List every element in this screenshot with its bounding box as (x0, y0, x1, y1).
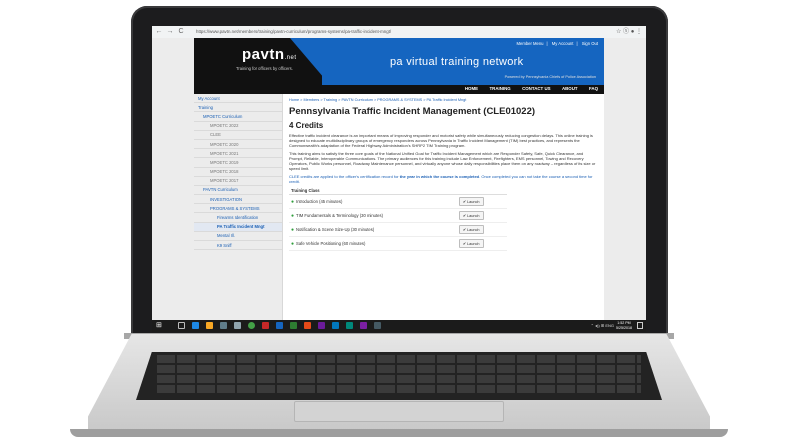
onenote-icon[interactable] (318, 322, 325, 329)
sidebar-item-firearms[interactable]: Firearms Identification (194, 213, 282, 223)
app-icon-red[interactable] (262, 322, 269, 329)
table-row: ● Notification & Scene Size-Up (30 minute… (289, 222, 507, 237)
sidebar-item-training[interactable]: Training (194, 103, 282, 113)
sidebar-item-programs-systems[interactable]: PROGRAMS & SYSTEMS (194, 204, 282, 214)
credits-note-start: CLEE credits are applied to the officer'… (289, 174, 400, 179)
system-tray[interactable]: ⌃ ◂)) ⊞ ENG (591, 323, 614, 328)
credits-note: CLEE credits are applied to the officer'… (289, 174, 598, 184)
sidebar-item-pa-traffic[interactable]: PA Traffic Incident Mngt (194, 222, 282, 232)
logo-main: pavtn (242, 46, 285, 63)
nav-contact-us[interactable]: CONTACT US (522, 86, 550, 91)
nav-training[interactable]: TRAINING (489, 86, 510, 91)
member-menu-link[interactable]: Member Menu (517, 41, 544, 46)
class-name: Safe Vehicle Positioning (60 minutes) (296, 240, 366, 246)
back-button[interactable]: ← (155, 28, 163, 36)
nav-about[interactable]: ABOUT (562, 86, 578, 91)
windows-taskbar: ⊞ ⌃ ◂)) ⊞ ENG 1:52 PM 5/25/2018 (152, 320, 646, 332)
sidebar-item-clee[interactable]: CLEE (194, 131, 282, 140)
account-links: Member Menu | My Account | Sign Out (516, 41, 598, 46)
sidebar: My Account Training MPOETC Curriculum MP… (194, 94, 283, 321)
sidebar-item-investigation[interactable]: INVESTIGATION (194, 195, 282, 205)
credits-heading: 4 Credits (289, 121, 324, 130)
status-dot-icon: ● (291, 198, 295, 205)
status-dot-icon: ● (291, 240, 295, 247)
launch-button[interactable]: ✔ Launch (458, 239, 484, 248)
app-icon-gray[interactable] (374, 322, 381, 329)
key-row (157, 385, 641, 393)
website: pavtn.net Training for officers by offic… (152, 38, 646, 321)
description-paragraph-1: Effective traffic incident clearance is … (289, 133, 593, 148)
outlook-icon[interactable] (332, 322, 339, 329)
breadcrumb[interactable]: Home > Members > Training > PAVTN Curric… (289, 98, 598, 102)
laptop-screen: ← → C https://www.pavtn.net/members/trai… (152, 26, 646, 332)
table-header-training-class: Training Class (289, 187, 457, 195)
powerpoint-icon[interactable] (304, 322, 311, 329)
chrome-icon[interactable] (248, 322, 255, 329)
file-explorer-icon[interactable] (206, 322, 213, 329)
edge-browser-icon[interactable] (192, 322, 199, 329)
key-row (157, 355, 641, 363)
page-title: Pennsylvania Traffic Incident Management… (289, 106, 536, 117)
clock-time: 1:52 PM (617, 321, 631, 325)
status-dot-icon: ● (291, 226, 295, 233)
excel-icon[interactable] (290, 322, 297, 329)
sidebar-item-pavtn[interactable]: PAVTN Curriculum (194, 186, 282, 196)
sidebar-item-k9[interactable]: K9 Sniff (194, 241, 282, 251)
forward-button[interactable]: → (166, 28, 174, 36)
sign-out-link[interactable]: Sign Out (582, 41, 598, 46)
class-name: TIM Fundamentals & Terminology (30 minut… (296, 212, 383, 218)
notification-center-icon[interactable] (637, 322, 643, 329)
credits-note-emphasis: the year in which the course is complete… (399, 174, 480, 179)
logo-net: .net (284, 55, 297, 61)
class-name: Notification & Scene Size-Up (30 minutes… (296, 226, 375, 232)
trackpad (294, 401, 504, 422)
training-class-table: Training Class ● Introduction (45 minutes… (289, 187, 507, 251)
table-row: ● Introduction (45 minutes) ✔ Launch (289, 194, 507, 209)
sidebar-item-mpoetc-2020[interactable]: MPOETC 2020 (194, 140, 282, 150)
sidebar-item-mpoetc-2019[interactable]: MPOETC 2019 (194, 158, 282, 168)
site-header: pavtn.net Training for officers by offic… (194, 38, 604, 94)
logo-tagline: Training for officers by officers. (236, 66, 293, 71)
app-icon-purple[interactable] (360, 322, 367, 329)
main-nav: HOME TRAINING CONTACT US ABOUT FAQ (455, 86, 598, 92)
sidebar-item-mpoetc-2021[interactable]: MPOETC 2021 (194, 149, 282, 159)
sidebar-item-mpoetc-2018[interactable]: MPOETC 2018 (194, 168, 282, 177)
site-logo[interactable]: pavtn.net (242, 46, 297, 63)
sidebar-item-mpoetc-2022[interactable]: MPOETC 2022 (194, 122, 282, 131)
sidebar-item-mental[interactable]: Mental Ill. (194, 232, 282, 241)
table-row: ● Safe Vehicle Positioning (60 minutes) ✔… (289, 236, 507, 251)
browser-extension-icons[interactable]: ☆ ⓢ ● ⋮ (616, 28, 642, 36)
nav-home[interactable]: HOME (465, 86, 478, 91)
nav-faq[interactable]: FAQ (589, 86, 598, 91)
sidebar-item-my-account[interactable]: My Account (194, 94, 282, 104)
sidebar-item-mpoetc[interactable]: MPOETC Curriculum (194, 112, 282, 122)
store-icon[interactable] (220, 322, 227, 329)
windows-start-icon[interactable]: ⊞ (156, 322, 163, 329)
powered-by: Powered by Pennsylvania Chiefs of Police… (504, 75, 596, 79)
launch-button[interactable]: ✔ Launch (458, 211, 484, 220)
clock-date: 5/25/2018 (616, 325, 632, 330)
address-bar[interactable]: https://www.pavtn.net/members/training/p… (196, 28, 586, 36)
main-content: Home > Members > Training > PAVTN Curric… (283, 94, 604, 321)
my-account-link[interactable]: My Account (552, 41, 574, 46)
word-icon[interactable] (276, 322, 283, 329)
key-row (157, 375, 641, 383)
class-name: Introduction (45 minutes) (296, 198, 343, 204)
table-row: ● TIM Fundamentals & Terminology (30 minu… (289, 208, 507, 223)
app-icon-teal[interactable] (346, 322, 353, 329)
key-row (157, 365, 641, 373)
laptop-keyboard (136, 352, 662, 400)
reload-button[interactable]: C (177, 28, 185, 36)
launch-button[interactable]: ✔ Launch (458, 197, 484, 206)
taskbar-clock[interactable]: 1:52 PM 5/25/2018 (616, 321, 632, 330)
status-dot-icon: ● (291, 212, 295, 219)
sidebar-item-mpoetc-2017[interactable]: MPOETC 2017 (194, 177, 282, 186)
site-title: pa virtual training network (390, 56, 524, 68)
mail-icon[interactable] (234, 322, 241, 329)
launch-button[interactable]: ✔ Launch (458, 225, 484, 234)
description-paragraph-2: This training aims to satisfy the three … (289, 151, 596, 171)
laptop-front-edge (70, 429, 728, 437)
task-view-icon[interactable] (178, 322, 185, 329)
